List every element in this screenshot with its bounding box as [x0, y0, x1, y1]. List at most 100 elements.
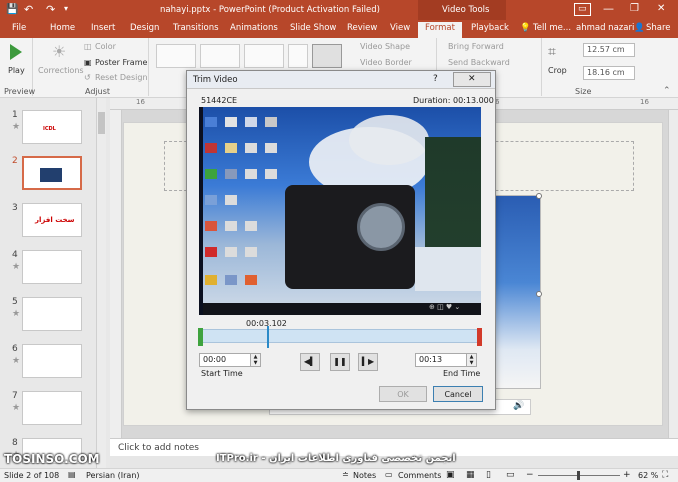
user-name[interactable]: ahmad nazari — [576, 23, 634, 33]
ribbon-display-options-button[interactable]: ▭ — [574, 3, 591, 16]
start-time-spinner[interactable]: ▲ ▼ — [250, 354, 260, 366]
tab-home[interactable]: Home — [50, 23, 75, 33]
start-trim-marker[interactable] — [198, 328, 203, 346]
undo-icon[interactable]: ↶ — [24, 3, 33, 16]
slide-thumbnail-2[interactable] — [22, 156, 82, 190]
fit-slide-icon[interactable]: ⛶ — [662, 470, 668, 480]
color-button[interactable]: Color — [95, 42, 116, 51]
notes-button[interactable]: Notes — [353, 471, 376, 480]
comments-icon[interactable]: ▭ — [385, 470, 393, 479]
tab-insert[interactable]: Insert — [91, 23, 115, 33]
tab-view[interactable]: View — [390, 23, 410, 33]
play-button[interactable]: Play — [8, 66, 25, 75]
dialog-close-button[interactable]: ✕ — [453, 72, 491, 87]
slide-thumbnail-7[interactable] — [22, 391, 82, 425]
video-style-1[interactable] — [156, 44, 196, 68]
restore-button[interactable]: ❐ — [630, 3, 639, 14]
height-field[interactable]: 12.57 cm — [583, 43, 635, 57]
slideshow-icon[interactable]: ▭ — [506, 470, 515, 480]
resize-handle[interactable] — [536, 193, 542, 199]
ok-button[interactable]: OK — [379, 386, 427, 402]
color-icon[interactable]: ◫ — [84, 42, 92, 51]
cancel-button[interactable]: Cancel — [433, 386, 483, 402]
end-time-input[interactable]: 00:13 ▲ ▼ — [415, 353, 477, 367]
notes-icon[interactable]: ≐ — [342, 470, 349, 479]
redo-icon[interactable]: ↷ — [46, 3, 55, 16]
bring-forward-button[interactable]: Bring Forward — [448, 42, 504, 51]
next-frame-icon: ▍▶ — [361, 357, 375, 366]
tab-transitions[interactable]: Transitions — [173, 23, 219, 33]
tab-slideshow[interactable]: Slide Show — [290, 23, 336, 33]
tab-animations[interactable]: Animations — [230, 23, 278, 33]
normal-view-icon[interactable]: ▣ — [446, 470, 455, 480]
zoom-level[interactable]: 62 % — [638, 471, 658, 480]
width-field[interactable]: 18.16 cm — [583, 66, 635, 80]
crop-icon[interactable]: ⌗ — [548, 44, 556, 60]
reading-view-icon[interactable]: ▯ — [486, 470, 491, 480]
save-icon[interactable]: 💾 — [6, 4, 18, 15]
playhead-marker[interactable] — [267, 326, 269, 348]
start-time-input[interactable]: 00:00 ▲ ▼ — [199, 353, 261, 367]
locomotive-front — [357, 203, 405, 251]
video-style-4[interactable] — [288, 44, 308, 68]
video-shape-button[interactable]: Video Shape — [360, 42, 410, 51]
end-trim-marker[interactable] — [477, 328, 482, 346]
poster-frame-icon[interactable]: ▣ — [84, 58, 92, 67]
thumbnails-scrollbar[interactable] — [96, 98, 106, 468]
video-border-button[interactable]: Video Border — [360, 58, 412, 67]
dialog-help-button[interactable]: ? — [433, 74, 438, 84]
reset-design-button[interactable]: Reset Design — [95, 73, 148, 82]
trim-timeline[interactable] — [198, 326, 482, 348]
zoom-out-icon[interactable]: − — [526, 470, 534, 480]
desktop-icon — [225, 143, 237, 153]
share-button[interactable]: Share — [646, 23, 671, 33]
tab-playback[interactable]: Playback — [471, 23, 509, 33]
crop-button[interactable]: Crop — [548, 66, 567, 75]
video-style-5[interactable] — [312, 44, 342, 68]
desktop-icon — [225, 117, 237, 127]
slide-thumbnail-4[interactable] — [22, 250, 82, 284]
corrections-icon[interactable]: ☀ — [52, 42, 66, 61]
video-object[interactable] — [489, 195, 541, 389]
desktop-icon — [265, 117, 277, 127]
play-icon[interactable] — [10, 44, 22, 60]
previous-frame-button[interactable]: ◀▍ — [300, 353, 320, 371]
zoom-in-icon[interactable]: + — [623, 470, 631, 480]
canvas-scrollbar[interactable] — [668, 110, 678, 438]
volume-icon[interactable]: 🔊 — [513, 401, 524, 411]
next-frame-button[interactable]: ▍▶ — [358, 353, 378, 371]
slide-counter: Slide 2 of 108 — [4, 471, 60, 480]
video-style-3[interactable] — [244, 44, 284, 68]
tell-me-box[interactable]: Tell me... — [533, 23, 571, 33]
corrections-button[interactable]: Corrections — [38, 66, 84, 75]
slide-thumbnail-1[interactable]: ICDL — [22, 110, 82, 144]
end-time-spinner[interactable]: ▲ ▼ — [466, 354, 476, 366]
tab-design[interactable]: Design — [130, 23, 159, 33]
desktop-icon — [265, 143, 277, 153]
steam-cloud — [349, 115, 429, 165]
customize-qat-icon[interactable]: ▾ — [64, 4, 68, 13]
slide-thumbnail-6[interactable] — [22, 344, 82, 378]
video-style-2[interactable] — [200, 44, 240, 68]
minimize-button[interactable]: — — [603, 2, 614, 15]
language-status[interactable]: Persian (Iran) — [86, 471, 140, 480]
tab-format[interactable]: Format — [418, 22, 462, 38]
zoom-slider-thumb[interactable] — [577, 471, 580, 480]
reset-design-icon[interactable]: ↺ — [84, 73, 91, 82]
comments-button[interactable]: Comments — [398, 471, 441, 480]
slide-thumbnail-title: سخت افزار — [35, 216, 75, 224]
poster-frame-button[interactable]: Poster Frame — [95, 58, 147, 67]
slide-thumbnail-5[interactable] — [22, 297, 82, 331]
resize-handle[interactable] — [536, 291, 542, 297]
send-backward-button[interactable]: Send Backward — [448, 58, 510, 67]
video-preview[interactable]: ⊕ ◫ ♥ ⌄ — [199, 107, 481, 315]
pause-button[interactable]: ❚❚ — [330, 353, 350, 371]
slide-sorter-icon[interactable]: ▦ — [466, 470, 475, 480]
close-button[interactable]: ✕ — [657, 3, 665, 14]
desktop-icon — [245, 247, 257, 257]
slide-thumbnail-3[interactable]: سخت افزار — [22, 203, 82, 237]
tab-file[interactable]: File — [12, 23, 26, 33]
share-icon[interactable]: 👤 — [634, 23, 645, 33]
tab-review[interactable]: Review — [347, 23, 377, 33]
spellcheck-icon[interactable]: ▤ — [68, 470, 76, 479]
